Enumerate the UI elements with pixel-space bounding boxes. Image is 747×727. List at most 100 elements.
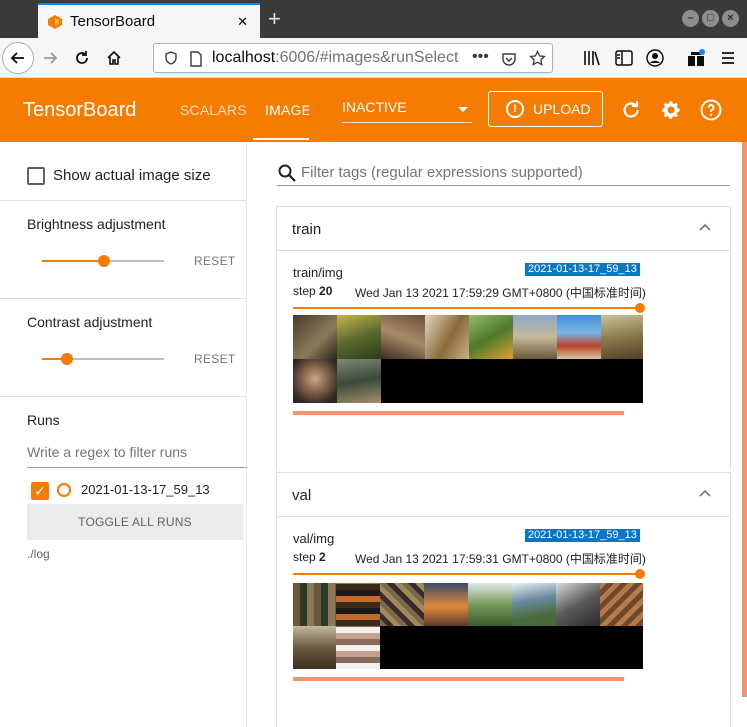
tag-group-val: val val/img 2021-01-13-17_59_13 step 2 W… — [276, 472, 731, 727]
walltime: Wed Jan 13 2021 17:59:29 GMT+0800 (中国标准时… — [355, 286, 646, 300]
step-slider-knob[interactable] — [635, 569, 645, 579]
sidebar-toggle-icon[interactable] — [615, 50, 633, 66]
brightness-slider-knob[interactable] — [98, 255, 110, 267]
account-icon[interactable] — [646, 49, 664, 67]
plugin-select-value: INACTIVE — [342, 99, 407, 115]
step-slider[interactable] — [293, 569, 645, 579]
image-card-tag: val/img — [293, 531, 335, 546]
step-slider[interactable] — [293, 303, 645, 313]
tab-images[interactable]: IMAGE — [265, 102, 309, 118]
hamburger-menu-icon[interactable] — [720, 50, 736, 66]
close-tab-icon[interactable]: ✕ — [237, 14, 248, 30]
show-actual-size-checkbox[interactable] — [27, 167, 45, 185]
upload-button[interactable]: ! UPLOAD — [488, 91, 603, 127]
brightness-slider-fill — [42, 260, 103, 262]
run-filter-placeholder: Write a regex to filter runs — [27, 444, 188, 460]
settings-gear-icon[interactable] — [659, 98, 683, 122]
active-tab-indicator — [253, 138, 309, 140]
chevron-up-icon[interactable] — [698, 220, 712, 234]
brightness-label: Brightness adjustment — [27, 216, 166, 232]
image-thumbnail — [336, 626, 380, 669]
close-window-icon[interactable]: × — [722, 10, 739, 27]
image-thumbnail — [468, 583, 512, 626]
image-thumbnail — [337, 359, 381, 403]
image-thumbnail — [293, 359, 337, 403]
step-indicator: step 20 — [293, 284, 332, 298]
contrast-slider[interactable] — [42, 353, 164, 365]
url-bar[interactable]: localhost:6006/#images&runSelect ••• — [153, 43, 553, 73]
step-label: step — [293, 284, 316, 298]
refresh-icon[interactable] — [619, 98, 643, 122]
group-header-train[interactable]: train — [277, 207, 730, 251]
image-thumbnail — [336, 583, 380, 626]
browser-toolbar: localhost:6006/#images&runSelect ••• — [0, 38, 747, 78]
brightness-reset-button[interactable]: RESET — [194, 254, 236, 268]
image-thumbnail — [424, 583, 468, 626]
step-value: 2 — [319, 550, 326, 564]
toggle-all-runs-button[interactable]: TOGGLE ALL RUNS — [27, 504, 243, 540]
back-button[interactable] — [2, 42, 34, 74]
sidebar: Show actual image size Brightness adjust… — [0, 142, 247, 727]
image-thumbnail — [380, 583, 424, 626]
library-icon[interactable] — [583, 50, 601, 66]
run-name: 2021-01-13-17_59_13 — [81, 482, 210, 497]
image-resize-handle[interactable] — [293, 411, 624, 415]
image-thumbnail — [425, 315, 469, 359]
image-grid — [293, 583, 643, 669]
info-icon: ! — [506, 100, 524, 118]
app-title: TensorBoard — [23, 99, 137, 121]
image-thumbnail — [557, 315, 601, 359]
dropdown-caret-icon — [458, 107, 468, 112]
minimize-window-icon[interactable]: – — [682, 10, 699, 27]
contrast-label: Contrast adjustment — [27, 314, 153, 330]
step-label: step — [293, 550, 316, 564]
arrow-right-icon — [44, 52, 58, 64]
help-icon[interactable] — [699, 98, 723, 122]
image-thumbnail — [337, 315, 381, 359]
main-scrollbar[interactable] — [742, 142, 747, 697]
brightness-slider[interactable] — [42, 255, 164, 267]
group-title: val — [292, 487, 312, 504]
tab-scalars[interactable]: SCALARS — [180, 102, 247, 118]
extensions-icon[interactable] — [687, 49, 705, 67]
new-tab-button[interactable]: + — [268, 6, 281, 32]
image-thumbnail — [513, 315, 557, 359]
image-card-tag: train/img — [293, 265, 343, 280]
home-button[interactable] — [100, 44, 128, 72]
show-actual-size-label: Show actual image size — [53, 167, 211, 184]
url-host: localhost — [212, 49, 276, 66]
bookmark-star-icon[interactable] — [529, 50, 546, 67]
image-thumbnail — [600, 583, 643, 626]
run-chip: 2021-01-13-17_59_13 — [525, 263, 640, 276]
image-resize-handle[interactable] — [293, 677, 624, 681]
pocket-icon[interactable] — [501, 51, 517, 67]
tensorboard-header: TensorBoard SCALARS IMAGE INACTIVE ! UPL… — [0, 78, 747, 142]
image-thumbnail — [293, 315, 337, 359]
browser-tab[interactable]: TensorBoard ✕ — [38, 3, 260, 38]
page-actions-icon[interactable]: ••• — [472, 48, 489, 66]
step-indicator: step 2 — [293, 550, 326, 564]
tag-filter-input[interactable]: Filter tags (regular expressions support… — [277, 162, 730, 186]
image-thumbnail — [556, 583, 600, 626]
image-thumbnail — [293, 583, 336, 626]
runs-heading: Runs — [27, 412, 60, 428]
image-thumbnail — [601, 315, 643, 359]
reload-button[interactable] — [68, 44, 96, 72]
shield-icon[interactable] — [164, 51, 178, 65]
page-info-icon[interactable] — [189, 51, 203, 67]
log-directory: ./log — [27, 547, 50, 561]
contrast-slider-knob[interactable] — [61, 353, 73, 365]
plugin-select-dropdown[interactable]: INACTIVE — [342, 99, 472, 123]
maximize-window-icon[interactable]: □ — [702, 10, 719, 27]
group-header-val[interactable]: val — [277, 473, 730, 517]
browser-tab-strip: TensorBoard ✕ + – □ × — [0, 0, 747, 38]
reload-icon — [76, 51, 88, 64]
brightness-section: Brightness adjustment RESET — [0, 201, 247, 299]
run-filter-input[interactable]: Write a regex to filter runs — [27, 444, 247, 468]
step-slider-knob[interactable] — [635, 303, 645, 313]
chevron-up-icon[interactable] — [698, 486, 712, 500]
run-color-swatch[interactable] — [57, 483, 71, 497]
run-checkbox[interactable]: ✓ — [31, 482, 49, 500]
contrast-reset-button[interactable]: RESET — [194, 352, 236, 366]
forward-button[interactable] — [36, 44, 64, 72]
